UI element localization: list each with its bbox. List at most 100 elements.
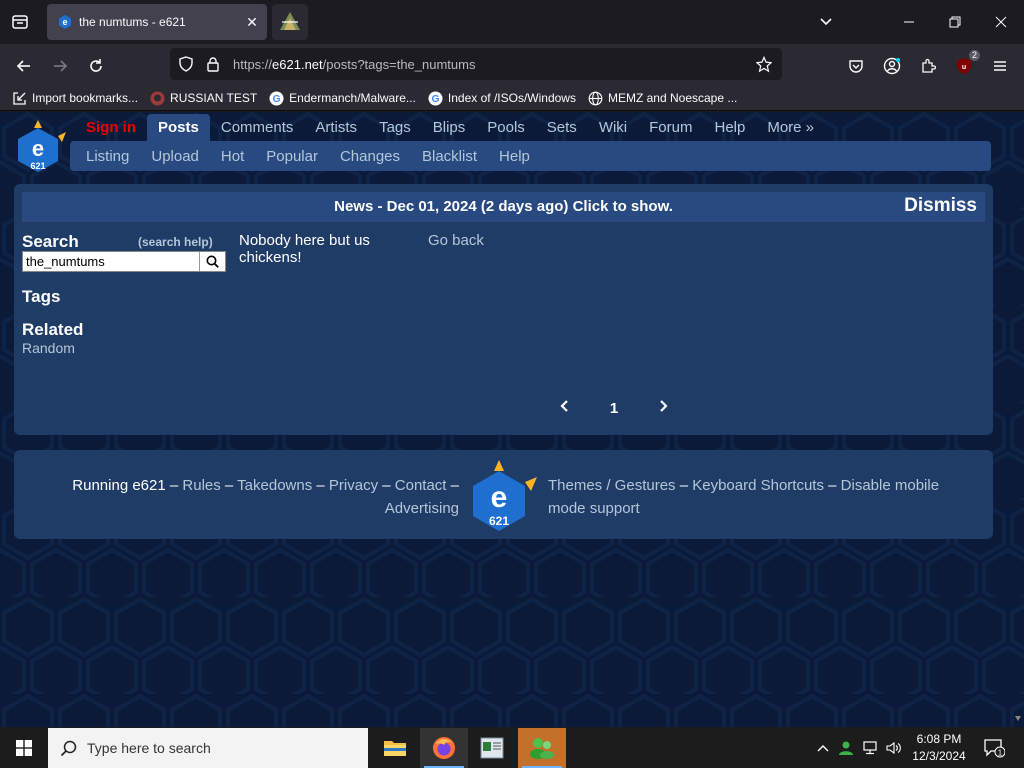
nav-posts[interactable]: Posts xyxy=(147,114,210,142)
dismiss-button[interactable]: Dismiss xyxy=(904,195,977,217)
search-input[interactable] xyxy=(23,252,199,271)
people-app-icon xyxy=(530,738,554,759)
taskbar-app-notes[interactable] xyxy=(468,728,516,768)
nav-pools[interactable]: Pools xyxy=(476,114,536,142)
footer-takedowns-link[interactable]: Takedowns xyxy=(237,477,312,494)
posts-panel: News - Dec 01, 2024 (2 days ago) Click t… xyxy=(14,184,993,435)
svg-text:G: G xyxy=(273,94,281,105)
notification-count: 1 xyxy=(998,749,1003,758)
go-back-link[interactable]: Go back xyxy=(428,232,484,249)
bookmark-star-button[interactable] xyxy=(756,55,772,72)
e621-logo[interactable]: e 621 xyxy=(14,118,66,176)
bookmark-endermanch[interactable]: G Endermanch/Malware... xyxy=(269,91,416,106)
footer-contact-link[interactable]: Contact xyxy=(395,477,447,494)
reload-button[interactable] xyxy=(82,52,110,80)
footer-privacy-link[interactable]: Privacy xyxy=(329,477,378,494)
subnav-listing[interactable]: Listing xyxy=(75,148,140,165)
tab-overflow-button[interactable] xyxy=(814,10,838,34)
subnav-popular[interactable]: Popular xyxy=(255,148,329,165)
nav-help[interactable]: Help xyxy=(703,114,756,142)
bookmark-memz[interactable]: MEMZ and Noescape ... xyxy=(588,91,737,106)
paginator: 1 xyxy=(559,396,669,420)
notification-center-button[interactable]: 1 xyxy=(980,728,1008,768)
document-app-icon xyxy=(480,737,504,759)
tray-volume-icon[interactable] xyxy=(884,728,904,768)
windows-logo-icon xyxy=(16,740,32,756)
nav-artists[interactable]: Artists xyxy=(304,114,368,142)
nav-sets[interactable]: Sets xyxy=(536,114,588,142)
tags-heading: Tags xyxy=(22,287,61,306)
tray-network-icon[interactable] xyxy=(860,728,882,768)
nav-comments[interactable]: Comments xyxy=(210,114,305,142)
footer-advertising-link[interactable]: Advertising xyxy=(385,500,459,517)
taskbar-file-explorer[interactable] xyxy=(371,728,419,768)
random-link[interactable]: Random xyxy=(22,340,75,356)
tab-close-icon[interactable]: ✕ xyxy=(241,11,263,33)
news-text[interactable]: News - Dec 01, 2024 (2 days ago) Click t… xyxy=(22,198,985,215)
ublock-button[interactable]: u 2 xyxy=(950,50,980,80)
tab-list-button[interactable] xyxy=(8,10,32,34)
svg-text:621: 621 xyxy=(489,514,509,528)
start-button[interactable] xyxy=(0,728,48,768)
google-icon: G xyxy=(428,91,443,106)
taskbar-firefox[interactable] xyxy=(420,728,468,768)
nav-sign-in[interactable]: Sign in xyxy=(78,114,147,142)
import-icon xyxy=(12,91,27,106)
search-button[interactable] xyxy=(199,252,225,271)
subnav-help[interactable]: Help xyxy=(488,148,541,165)
tracking-protection-icon[interactable] xyxy=(178,56,194,72)
star-icon xyxy=(756,55,772,72)
network-icon xyxy=(863,741,877,755)
bookmark-isos-windows[interactable]: G Index of /ISOs/Windows xyxy=(428,91,576,106)
subnav-upload[interactable]: Upload xyxy=(140,148,210,165)
taskbar-app-people[interactable] xyxy=(518,728,566,768)
close-window-button[interactable] xyxy=(978,0,1024,44)
subnav-hot[interactable]: Hot xyxy=(210,148,255,165)
user-tray-icon xyxy=(839,741,853,755)
nav-wiki[interactable]: Wiki xyxy=(588,114,638,142)
news-banner[interactable]: News - Dec 01, 2024 (2 days ago) Click t… xyxy=(22,192,985,222)
search-icon xyxy=(60,740,77,756)
footer-rules-link[interactable]: Rules xyxy=(182,477,220,494)
nav-blips[interactable]: Blips xyxy=(422,114,477,142)
previous-page-button[interactable] xyxy=(559,399,571,418)
subnav-blacklist[interactable]: Blacklist xyxy=(411,148,488,165)
extensions-button[interactable] xyxy=(914,52,942,80)
footer-shortcuts-link[interactable]: Keyboard Shortcuts xyxy=(692,477,824,494)
tab-secondary[interactable] xyxy=(272,4,308,40)
minimize-icon xyxy=(904,21,914,23)
close-icon xyxy=(995,16,1007,28)
url-text: https://e621.net/posts?tags=the_numtums xyxy=(233,57,476,72)
current-page: 1 xyxy=(609,399,619,417)
main-navigation: Sign in Posts Comments Artists Tags Blip… xyxy=(78,114,825,142)
clock-time: 6:08 PM xyxy=(916,732,962,746)
page-scrollbar[interactable] xyxy=(1012,112,1024,727)
site-security-icon[interactable] xyxy=(205,56,221,72)
menu-button[interactable] xyxy=(986,52,1014,80)
search-help-link[interactable]: (search help) xyxy=(138,235,213,249)
tray-overflow-button[interactable] xyxy=(813,728,833,768)
nav-forum[interactable]: Forum xyxy=(638,114,703,142)
nav-tags[interactable]: Tags xyxy=(368,114,422,142)
chevron-left-icon xyxy=(560,399,568,412)
subnav-changes[interactable]: Changes xyxy=(329,148,411,165)
tab-title: the numtums - e621 xyxy=(79,15,186,29)
pocket-button[interactable] xyxy=(842,52,870,80)
tab-active[interactable]: e the numtums - e621 ✕ xyxy=(47,4,267,40)
minimize-button[interactable] xyxy=(886,0,932,44)
account-button[interactable] xyxy=(878,52,906,80)
bookmark-russian-test[interactable]: RUSSIAN TEST xyxy=(150,91,257,106)
forward-button[interactable] xyxy=(46,52,74,80)
nav-more[interactable]: More » xyxy=(756,114,825,142)
system-clock[interactable]: 6:08 PM 12/3/2024 xyxy=(906,731,972,765)
bookmark-import[interactable]: Import bookmarks... xyxy=(12,91,138,106)
restore-button[interactable] xyxy=(932,0,978,44)
back-button[interactable] xyxy=(10,52,38,80)
footer-themes-link[interactable]: Themes / Gestures xyxy=(548,477,676,494)
tray-people-icon[interactable] xyxy=(836,728,856,768)
next-page-button[interactable] xyxy=(657,399,669,418)
taskbar-search-box[interactable]: Type here to search xyxy=(48,728,368,768)
e621-favicon-icon: e xyxy=(59,15,71,29)
address-bar[interactable]: https://e621.net/posts?tags=the_numtums xyxy=(170,48,782,80)
svg-text:e: e xyxy=(62,17,67,27)
